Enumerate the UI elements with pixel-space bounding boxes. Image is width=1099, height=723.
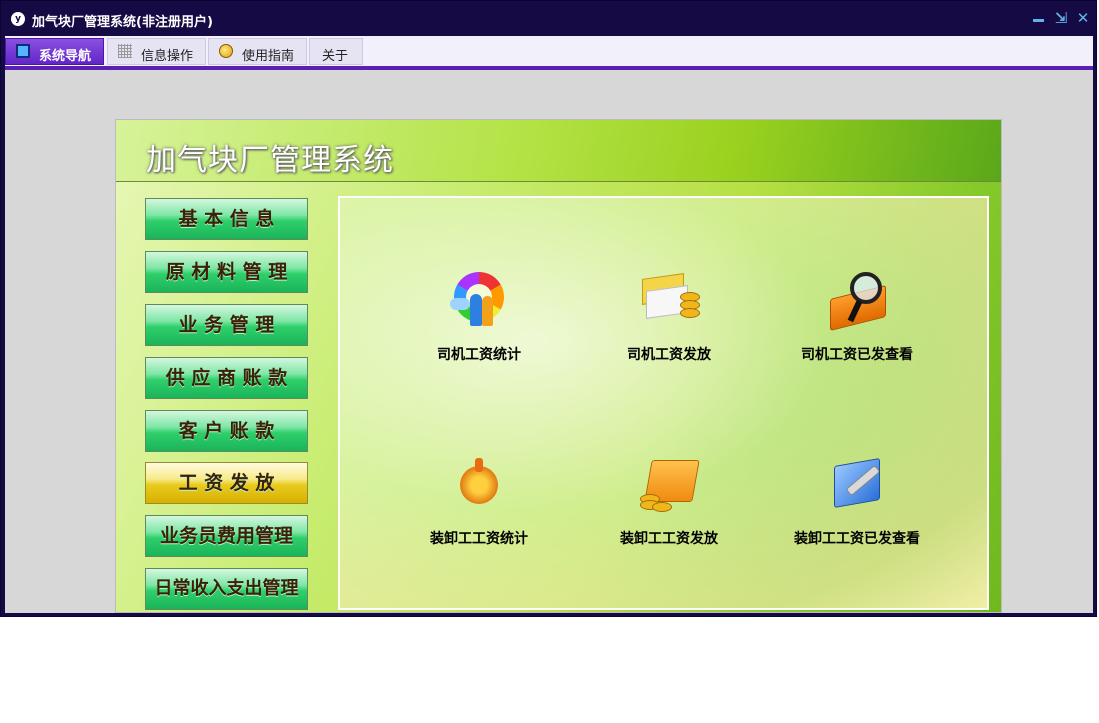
magnifier-book-icon <box>826 270 888 332</box>
func-label: 司机工资统计 <box>437 347 521 363</box>
guide-icon <box>219 44 233 58</box>
panel-header: 加气块厂管理系统 <box>116 120 1001 182</box>
gear-hand-icon <box>448 454 510 516</box>
restore-icon: ⇲ <box>1054 9 1068 27</box>
tab-info-operation[interactable]: 信息操作 <box>107 38 206 65</box>
close-icon: ✕ <box>1076 9 1090 27</box>
tab-label: 系统导航 <box>39 49 92 64</box>
tab-about[interactable]: 关于 <box>309 38 363 65</box>
func-label: 装卸工工资已发查看 <box>794 531 920 547</box>
menu-business[interactable]: 业 务 管 理 <box>145 304 308 346</box>
grid-icon <box>118 44 132 58</box>
func-loader-wage-view[interactable]: 装卸工工资已发查看 <box>772 454 942 548</box>
menu-basic-info[interactable]: 基 本 信 息 <box>145 198 308 240</box>
app-window: y 加气块厂管理系统(非注册用户) ⇲ ✕ 系统导航 信息操作 使用指南 关于 … <box>0 0 1097 617</box>
title-bar[interactable]: y 加气块厂管理系统(非注册用户) ⇲ ✕ <box>1 1 1096 36</box>
menu-customer-accounts[interactable]: 客 户 账 款 <box>145 410 308 452</box>
func-label: 装卸工工资发放 <box>620 531 718 547</box>
func-loader-wage-stats[interactable]: 装卸工工资统计 <box>394 454 564 548</box>
close-button[interactable]: ✕ <box>1075 10 1091 26</box>
func-label: 司机工资已发查看 <box>801 347 913 363</box>
func-driver-wage-stats[interactable]: 司机工资统计 <box>394 270 564 364</box>
func-loader-wage-pay[interactable]: 装卸工工资发放 <box>584 454 754 548</box>
tab-system-nav[interactable]: 系统导航 <box>5 38 104 65</box>
menu-salesman-expense[interactable]: 业务员费用管理 <box>145 515 308 557</box>
restore-button[interactable]: ⇲ <box>1053 10 1069 26</box>
tab-label: 使用指南 <box>242 49 295 64</box>
minimize-button[interactable] <box>1031 10 1047 26</box>
function-panel: 司机工资统计 司机工资发放 司机工资已发查看 装卸工工资统计 装卸工工资发放 装… <box>338 196 989 610</box>
tab-label: 关于 <box>322 49 349 64</box>
window-title: 加气块厂管理系统(非注册用户) <box>32 15 213 30</box>
minimize-icon <box>1033 19 1044 22</box>
folder-coins-icon <box>638 454 700 516</box>
panel-title: 加气块厂管理系统 <box>146 143 394 178</box>
tab-bar: 系统导航 信息操作 使用指南 关于 <box>5 36 1093 70</box>
menu-raw-material[interactable]: 原 材 料 管 理 <box>145 251 308 293</box>
tab-user-guide[interactable]: 使用指南 <box>208 38 307 65</box>
tab-label: 信息操作 <box>141 49 194 64</box>
monitor-icon <box>16 44 30 58</box>
rainbow-people-icon <box>448 270 510 332</box>
menu-supplier-accounts[interactable]: 供 应 商 账 款 <box>145 357 308 399</box>
main-panel: 加气块厂管理系统 基 本 信 息 原 材 料 管 理 业 务 管 理 供 应 商… <box>115 119 1002 613</box>
func-driver-wage-pay[interactable]: 司机工资发放 <box>584 270 754 364</box>
menu-wage-payment[interactable]: 工 资 发 放 <box>145 462 308 504</box>
func-label: 司机工资发放 <box>627 347 711 363</box>
func-driver-wage-view[interactable]: 司机工资已发查看 <box>772 270 942 364</box>
card-coins-icon <box>638 270 700 332</box>
func-label: 装卸工工资统计 <box>430 531 528 547</box>
book-wrench-icon <box>826 454 888 516</box>
app-logo-icon: y <box>11 12 25 26</box>
menu-daily-income-expense[interactable]: 日常收入支出管理 <box>145 568 308 610</box>
